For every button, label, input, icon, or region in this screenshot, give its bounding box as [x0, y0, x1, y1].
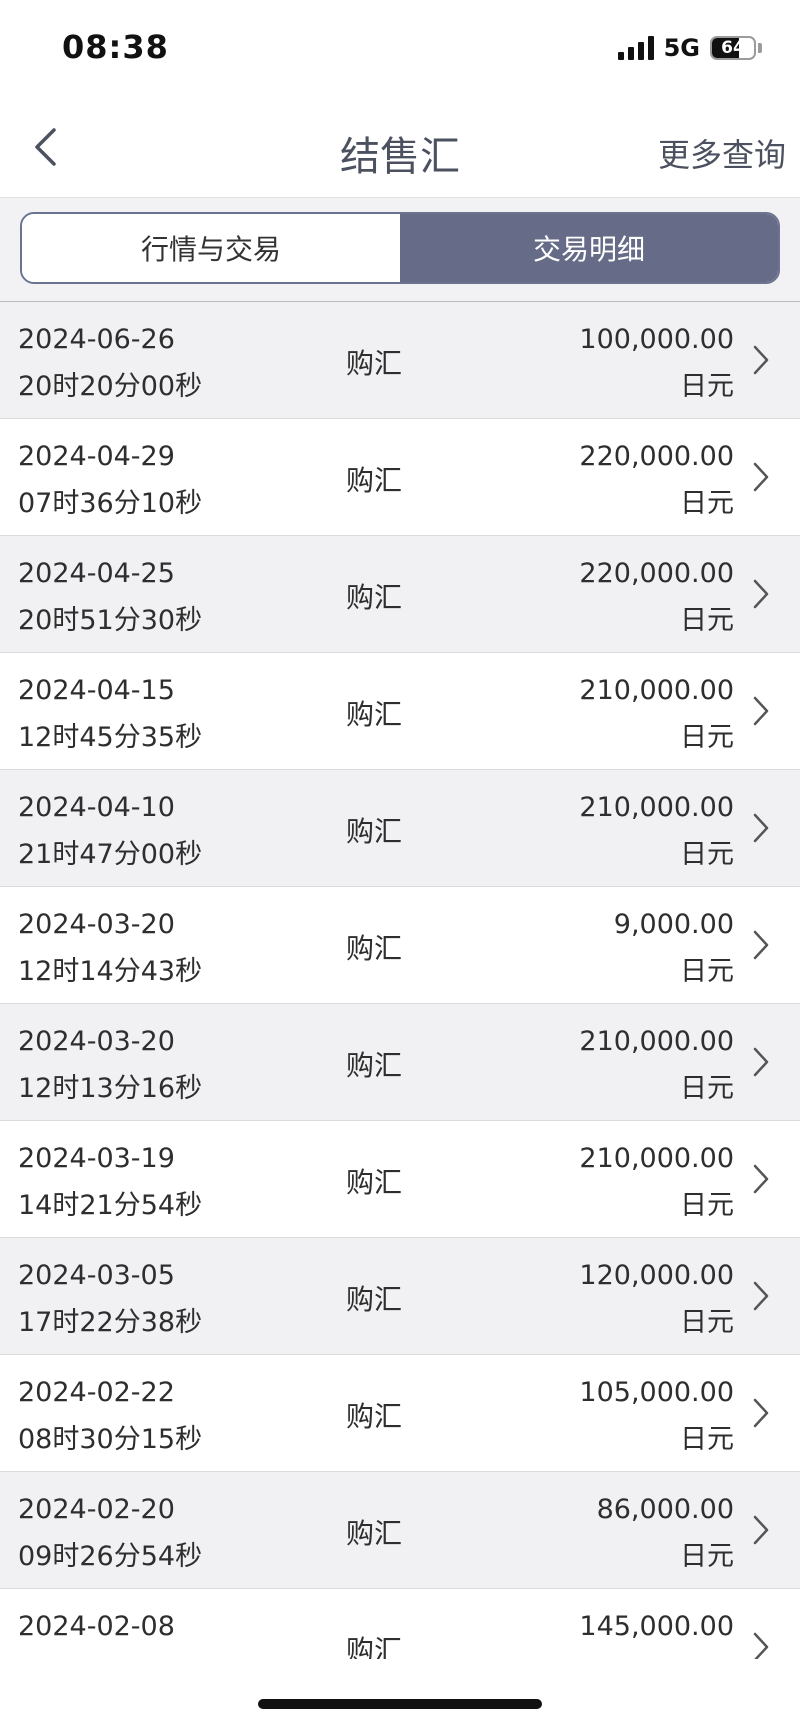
- more-query-button[interactable]: 更多查询: [658, 130, 786, 176]
- transaction-type: 购汇: [346, 1049, 403, 1082]
- transaction-date: 2024-04-25: [18, 558, 175, 589]
- chevron-right-icon: [753, 1515, 769, 1545]
- transaction-amount: 220,000.00: [579, 441, 734, 472]
- transaction-time: 17时22分38秒: [18, 1307, 203, 1338]
- transaction-amount: 100,000.00: [579, 324, 734, 355]
- transaction-time: 20时20分00秒: [18, 371, 203, 402]
- transaction-type: 购汇: [346, 1166, 403, 1199]
- transaction-date: 2024-03-19: [18, 1143, 175, 1174]
- transaction-row[interactable]: 2024-03-05 17时22分38秒 购汇 120,000.00 日元: [0, 1238, 800, 1355]
- transaction-date: 2024-03-20: [18, 909, 175, 940]
- tabs-container: 行情与交易 交易明细: [0, 198, 800, 302]
- chevron-right-icon: [753, 696, 769, 726]
- transaction-time: 21时47分00秒: [18, 839, 203, 870]
- battery-level: 64: [721, 38, 745, 58]
- transaction-time: 12时45分35秒: [18, 722, 203, 753]
- battery-tip: [758, 43, 762, 53]
- battery-icon: 64: [710, 36, 756, 60]
- transaction-amount: 210,000.00: [579, 1026, 734, 1057]
- chevron-right-icon: [753, 1164, 769, 1194]
- transaction-row[interactable]: 2024-04-15 12时45分35秒 购汇 210,000.00 日元: [0, 653, 800, 770]
- transaction-currency: 日元: [680, 1424, 734, 1455]
- transaction-row[interactable]: 2024-03-20 12时14分43秒 购汇 9,000.00 日元: [0, 887, 800, 1004]
- status-indicators: 5G 64: [617, 34, 762, 62]
- transaction-type: 购汇: [346, 1634, 403, 1659]
- transaction-row[interactable]: 2024-02-08 购汇 145,000.00: [0, 1589, 800, 1659]
- transaction-row[interactable]: 2024-02-22 08时30分15秒 购汇 105,000.00 日元: [0, 1355, 800, 1472]
- transaction-amount: 145,000.00: [579, 1611, 734, 1642]
- transaction-type: 购汇: [346, 932, 403, 965]
- chevron-right-icon: [753, 813, 769, 843]
- transaction-currency: 日元: [680, 371, 734, 402]
- chevron-right-icon: [753, 462, 769, 492]
- transaction-list: 2024-06-26 20时20分00秒 购汇 100,000.00 日元 2024-04…: [0, 302, 800, 1659]
- status-bar: 08:38 5G 64: [0, 0, 800, 100]
- transaction-date: 2024-03-20: [18, 1026, 175, 1057]
- transaction-currency: 日元: [680, 839, 734, 870]
- transaction-currency: 日元: [680, 1190, 734, 1221]
- transaction-time: 08时30分15秒: [18, 1424, 203, 1455]
- transaction-type: 购汇: [346, 347, 403, 380]
- transaction-currency: 日元: [680, 1073, 734, 1104]
- transaction-currency: 日元: [680, 956, 734, 987]
- chevron-right-icon: [753, 345, 769, 375]
- segmented-control: 行情与交易 交易明细: [20, 212, 780, 284]
- transaction-date: 2024-04-15: [18, 675, 175, 706]
- transaction-time: 12时14分43秒: [18, 956, 203, 987]
- transaction-type: 购汇: [346, 1400, 403, 1433]
- transaction-date: 2024-04-10: [18, 792, 175, 823]
- transaction-type: 购汇: [346, 1517, 403, 1550]
- transaction-type: 购汇: [346, 1283, 403, 1316]
- transaction-currency: 日元: [680, 605, 734, 636]
- transaction-time: 09时26分54秒: [18, 1541, 203, 1572]
- transaction-type: 购汇: [346, 815, 403, 848]
- transaction-time: 12时13分16秒: [18, 1073, 203, 1104]
- transaction-date: 2024-02-22: [18, 1377, 175, 1408]
- tab-market-and-trade[interactable]: 行情与交易: [22, 214, 400, 282]
- transaction-amount: 9,000.00: [613, 909, 734, 940]
- chevron-right-icon: [753, 579, 769, 609]
- transaction-amount: 86,000.00: [596, 1494, 734, 1525]
- transaction-type: 购汇: [346, 581, 403, 614]
- chevron-right-icon: [753, 1281, 769, 1311]
- home-indicator: [258, 1699, 542, 1709]
- transaction-amount: 210,000.00: [579, 675, 734, 706]
- chevron-right-icon: [753, 1398, 769, 1428]
- tab-transaction-details[interactable]: 交易明细: [400, 214, 778, 282]
- transaction-row[interactable]: 2024-04-29 07时36分10秒 购汇 220,000.00 日元: [0, 419, 800, 536]
- transaction-time: 14时21分54秒: [18, 1190, 203, 1221]
- transaction-date: 2024-03-05: [18, 1260, 175, 1291]
- transaction-currency: 日元: [680, 1541, 734, 1572]
- transaction-amount: 120,000.00: [579, 1260, 734, 1291]
- transaction-row[interactable]: 2024-02-20 09时26分54秒 购汇 86,000.00 日元: [0, 1472, 800, 1589]
- transaction-amount: 210,000.00: [579, 792, 734, 823]
- transaction-amount: 105,000.00: [579, 1377, 734, 1408]
- transaction-currency: 日元: [680, 722, 734, 753]
- transaction-date: 2024-02-20: [18, 1494, 175, 1525]
- transaction-row[interactable]: 2024-04-25 20时51分30秒 购汇 220,000.00 日元: [0, 536, 800, 653]
- chevron-right-icon: [753, 1047, 769, 1077]
- transaction-currency: 日元: [680, 1307, 734, 1338]
- transaction-date: 2024-06-26: [18, 324, 175, 355]
- chevron-right-icon: [753, 1632, 769, 1659]
- status-time: 08:38: [62, 28, 169, 66]
- cellular-signal-icon: [617, 36, 654, 60]
- transaction-date: 2024-02-08: [18, 1611, 175, 1642]
- network-type: 5G: [663, 34, 700, 62]
- transaction-row[interactable]: 2024-03-20 12时13分16秒 购汇 210,000.00 日元: [0, 1004, 800, 1121]
- transaction-date: 2024-04-29: [18, 441, 175, 472]
- transaction-amount: 220,000.00: [579, 558, 734, 589]
- transaction-time: 07时36分10秒: [18, 488, 203, 519]
- transaction-currency: 日元: [680, 488, 734, 519]
- transaction-type: 购汇: [346, 464, 403, 497]
- transaction-time: 20时51分30秒: [18, 605, 203, 636]
- transaction-type: 购汇: [346, 698, 403, 731]
- transaction-row[interactable]: 2024-03-19 14时21分54秒 购汇 210,000.00 日元: [0, 1121, 800, 1238]
- transaction-row[interactable]: 2024-06-26 20时20分00秒 购汇 100,000.00 日元: [0, 302, 800, 419]
- transaction-row[interactable]: 2024-04-10 21时47分00秒 购汇 210,000.00 日元: [0, 770, 800, 887]
- chevron-right-icon: [753, 930, 769, 960]
- navigation-bar: 结售汇 更多查询: [0, 100, 800, 198]
- transaction-amount: 210,000.00: [579, 1143, 734, 1174]
